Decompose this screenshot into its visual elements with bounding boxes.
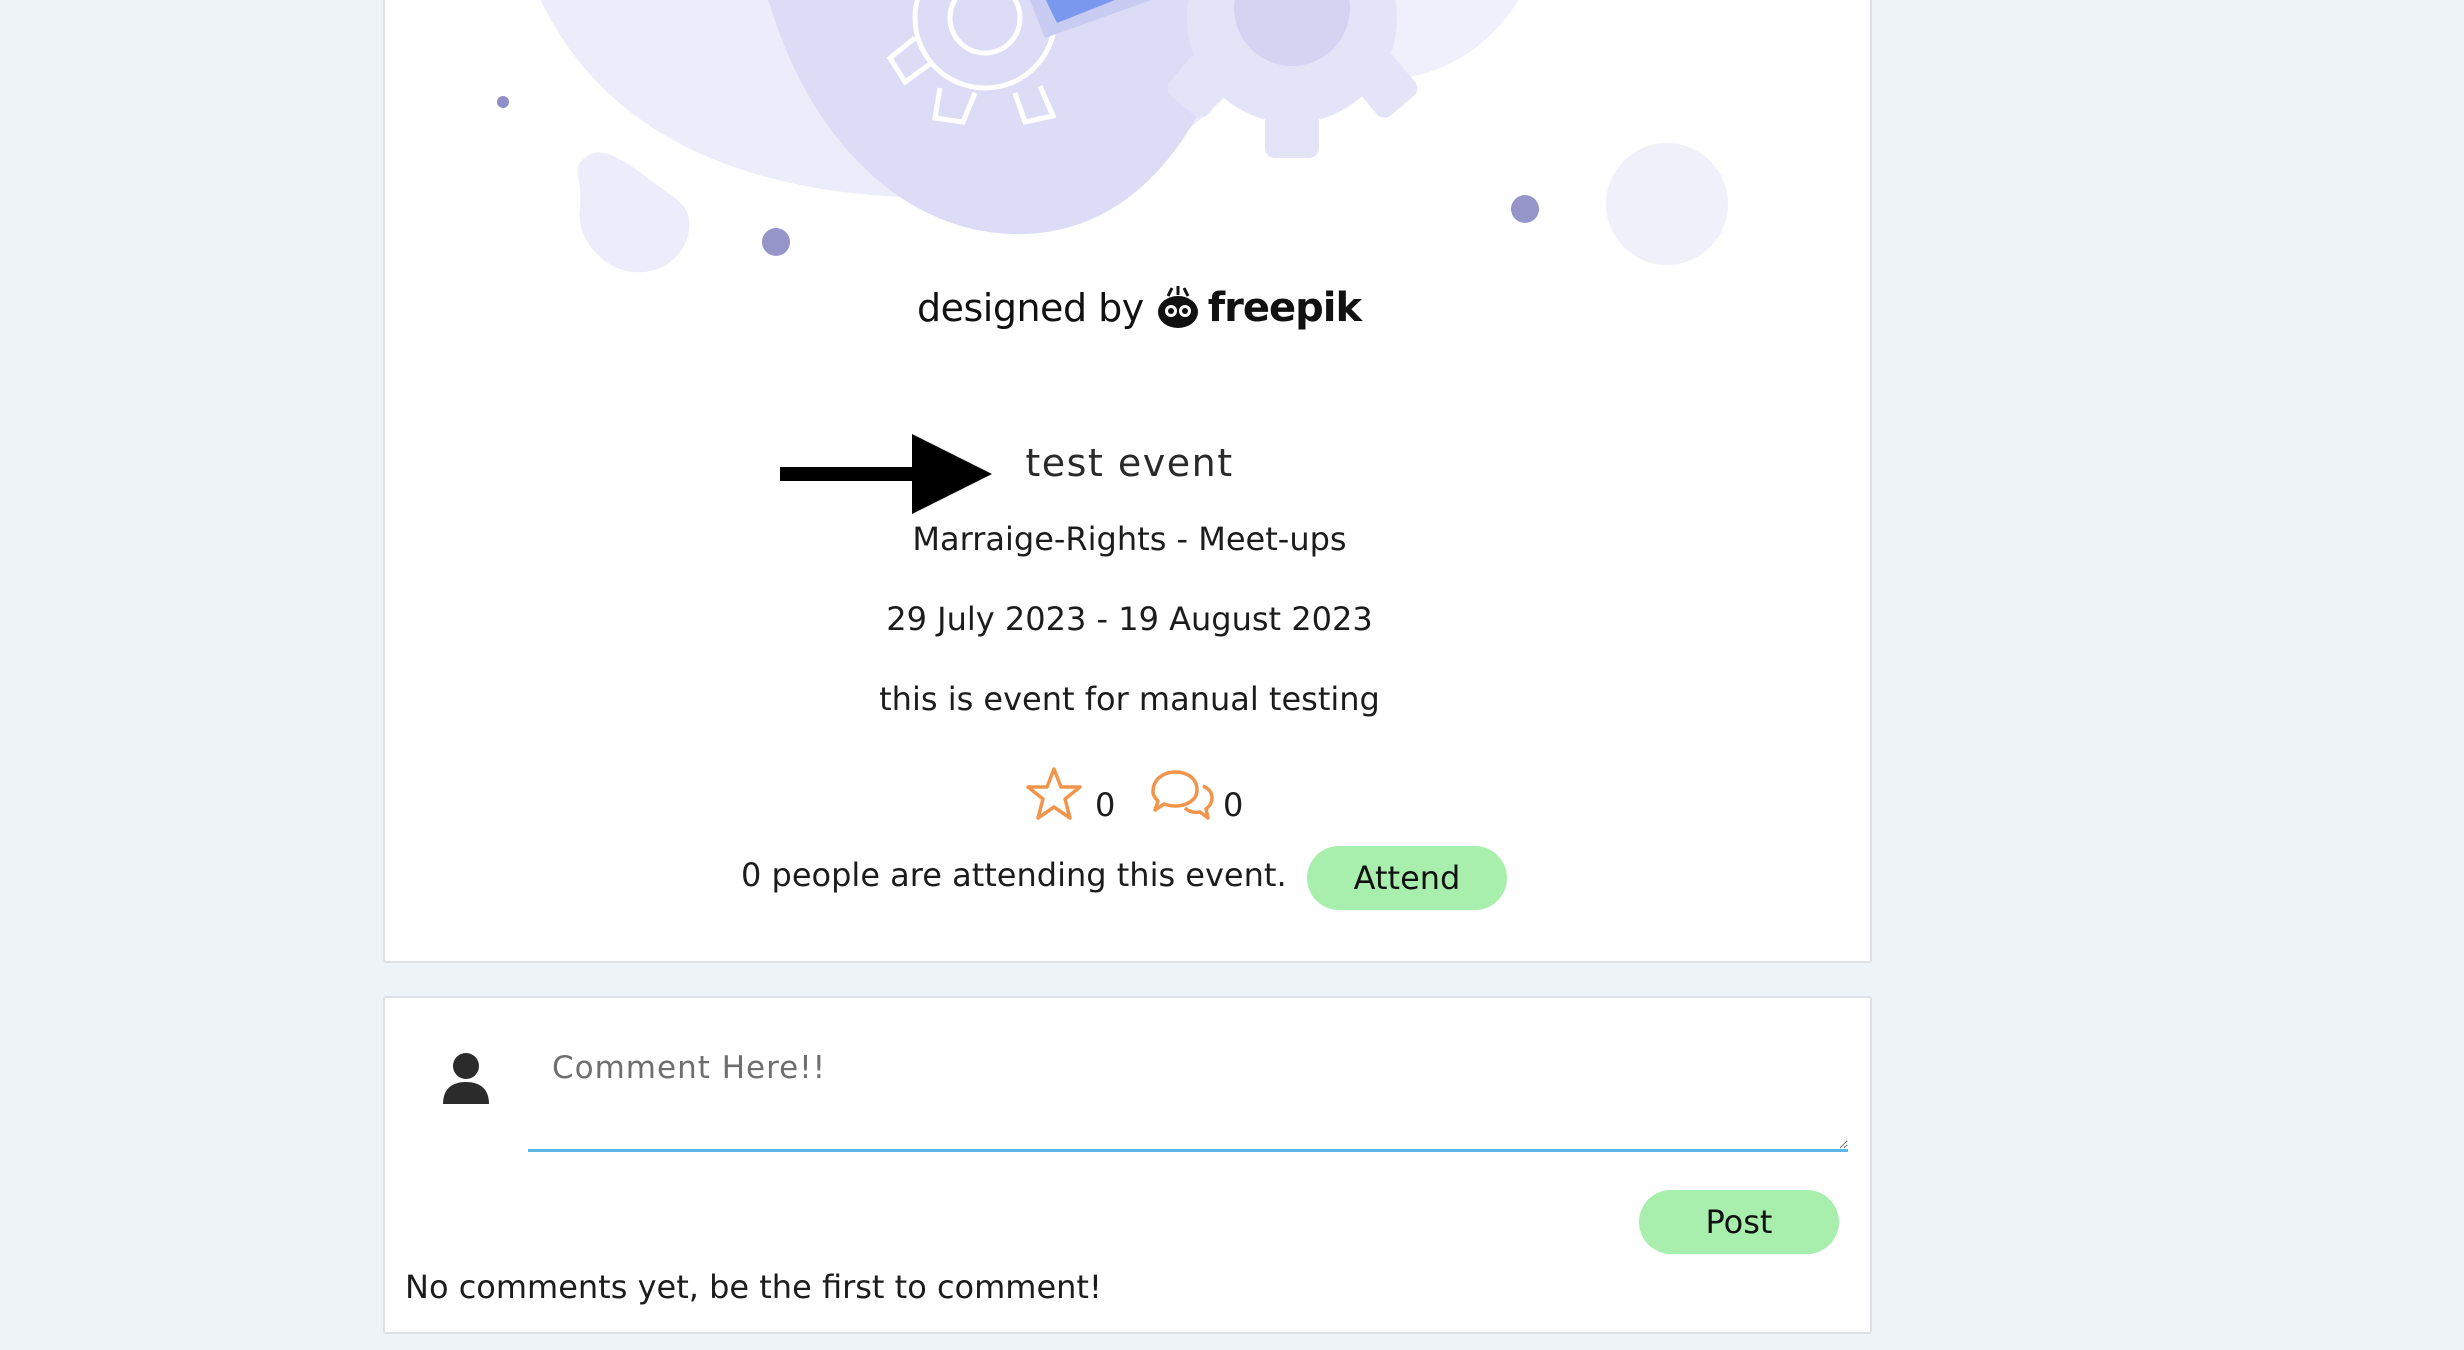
dot-purple-left — [762, 228, 790, 256]
comment-count: 0 — [1223, 786, 1244, 824]
comment-card: Post No comments yet, be the first to co… — [383, 996, 1872, 1334]
freepik-credit: designed by freepik — [917, 278, 1367, 338]
attendance-row: 0 people are attending this event. Atten… — [385, 846, 1874, 910]
dot-purple-right — [1511, 195, 1539, 223]
event-stats: 0 0 — [385, 766, 1874, 826]
comment-input[interactable] — [528, 1022, 1848, 1152]
freepik-logo-icon — [1157, 286, 1198, 328]
event-description: this is event for manual testing — [879, 680, 1380, 718]
credit-text: designed by — [917, 286, 1144, 330]
event-illustration — [497, 0, 1728, 273]
circle-light-right — [1606, 143, 1728, 265]
user-avatar-icon — [443, 1053, 489, 1104]
freepik-brand-name: freepik — [1207, 285, 1362, 331]
chat-bubbles-icon[interactable] — [1145, 768, 1215, 824]
freepik-brand: freepik — [1154, 284, 1362, 332]
event-card: designed by freepik test event Marraige-… — [383, 0, 1872, 963]
attendance-text: 0 people are attending this event. — [741, 856, 1287, 894]
event-dates: 29 July 2023 - 19 August 2023 — [886, 600, 1373, 638]
event-title: test event — [1025, 441, 1234, 485]
blob-left — [577, 152, 690, 273]
star-icon[interactable] — [1025, 766, 1083, 822]
no-comments-message: No comments yet, be the first to comment… — [405, 1268, 1102, 1306]
dot-small-purple — [497, 96, 509, 108]
post-button[interactable]: Post — [1639, 1190, 1839, 1254]
like-count: 0 — [1095, 786, 1116, 824]
attend-button[interactable]: Attend — [1307, 846, 1507, 910]
event-category: Marraige-Rights - Meet-ups — [912, 520, 1347, 558]
